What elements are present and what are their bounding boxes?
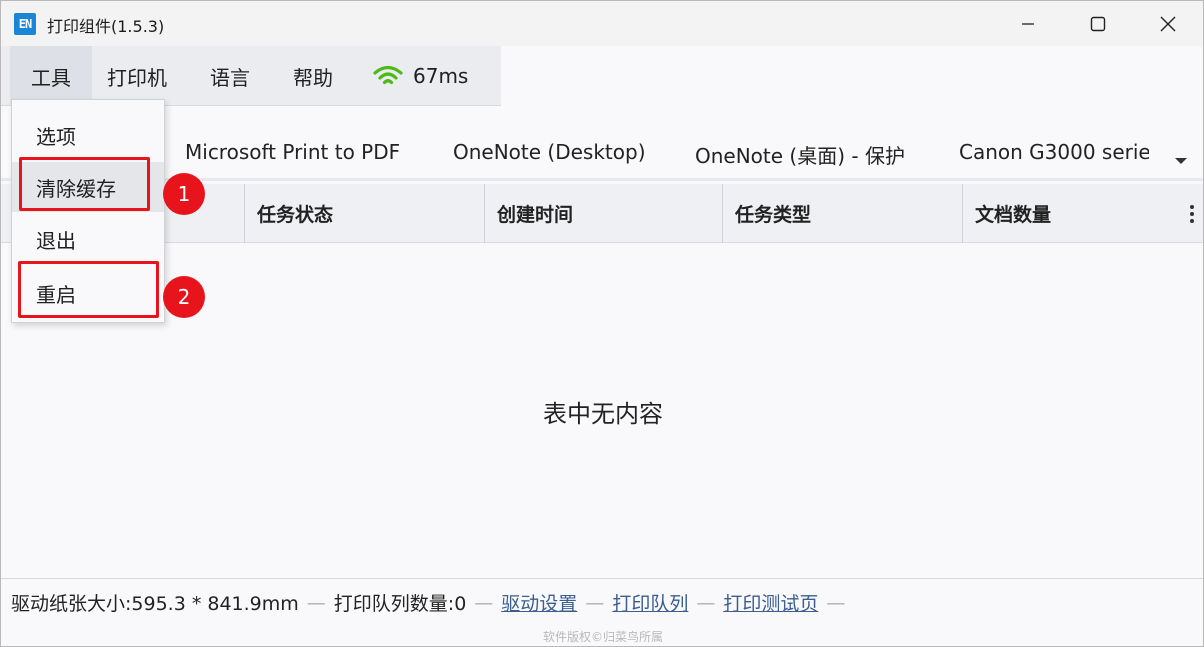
title-bar: EN 打印组件(1.5.3) xyxy=(1,1,1203,46)
more-vertical-icon xyxy=(1190,205,1194,223)
column-header-status[interactable]: 任务状态 xyxy=(244,184,484,243)
menu-help[interactable]: 帮助 xyxy=(293,46,333,106)
highlight-box-restart xyxy=(18,261,159,318)
menu-item-exit[interactable]: 退出 xyxy=(12,214,164,264)
driver-settings-link[interactable]: 驱动设置 xyxy=(501,589,577,616)
menu-language[interactable]: 语言 xyxy=(210,46,250,106)
caret-down-icon xyxy=(1175,158,1187,164)
connection-status: 67ms xyxy=(373,46,468,106)
close-icon xyxy=(1160,16,1176,31)
copyright-footer: 软件版权©归菜鸟所属 xyxy=(542,630,663,644)
app-icon-text: EN xyxy=(18,17,32,31)
print-test-page-link[interactable]: 打印测试页 xyxy=(723,589,818,616)
tab-printer[interactable]: Microsoft Print to PDF xyxy=(185,140,400,164)
separator: — xyxy=(474,591,494,614)
highlight-box-clear-cache xyxy=(19,157,150,211)
print-queue-link[interactable]: 打印队列 xyxy=(612,589,688,616)
minimize-button[interactable] xyxy=(993,1,1063,46)
separator: — xyxy=(306,591,326,614)
maximize-icon xyxy=(1090,16,1106,31)
tab-printer[interactable]: OneNote (Desktop) xyxy=(453,140,646,164)
app-logo-icon: EN xyxy=(14,13,36,35)
tabs-dropdown-button[interactable] xyxy=(1173,151,1189,170)
queue-count-text: 打印队列数量:0 xyxy=(333,593,467,615)
column-options-button[interactable] xyxy=(1189,204,1195,228)
window-title: 打印组件(1.5.3) xyxy=(47,17,165,36)
status-bar: 驱动纸张大小:595.3 * 841.9mm — 打印队列数量:0 — 驱动设置… xyxy=(1,578,1203,626)
menu-item-options[interactable]: 选项 xyxy=(12,110,164,160)
wifi-icon xyxy=(373,65,403,85)
step-marker-2: 2 xyxy=(163,276,205,318)
minimize-icon xyxy=(1022,22,1034,25)
paper-size-text: 驱动纸张大小:595.3 * 841.9mm xyxy=(11,593,299,615)
separator: — xyxy=(585,591,605,614)
column-header-created[interactable]: 创建时间 xyxy=(484,184,722,243)
tab-printer[interactable]: OneNote (桌面) - 保护 xyxy=(695,140,905,169)
close-button[interactable] xyxy=(1133,1,1203,46)
menu-printer[interactable]: 打印机 xyxy=(107,46,167,106)
separator: — xyxy=(696,591,716,614)
maximize-button[interactable] xyxy=(1063,1,1133,46)
menu-bar: 工具 打印机 语言 帮助 67ms xyxy=(1,46,501,106)
column-header-type[interactable]: 任务类型 xyxy=(722,184,962,243)
menu-tools[interactable]: 工具 xyxy=(10,46,92,106)
column-header-doc-count[interactable]: 文档数量 xyxy=(962,184,1202,243)
ping-value: 67ms xyxy=(413,64,469,88)
table-empty-message: 表中无内容 xyxy=(543,400,663,428)
separator: — xyxy=(826,591,846,614)
app-window: EN 打印组件(1.5.3) 工具 打印机 语言 帮助 67ms Microso… xyxy=(0,0,1204,647)
step-marker-1: 1 xyxy=(163,173,205,215)
tab-printer[interactable]: Canon G3000 serie xyxy=(959,140,1149,164)
